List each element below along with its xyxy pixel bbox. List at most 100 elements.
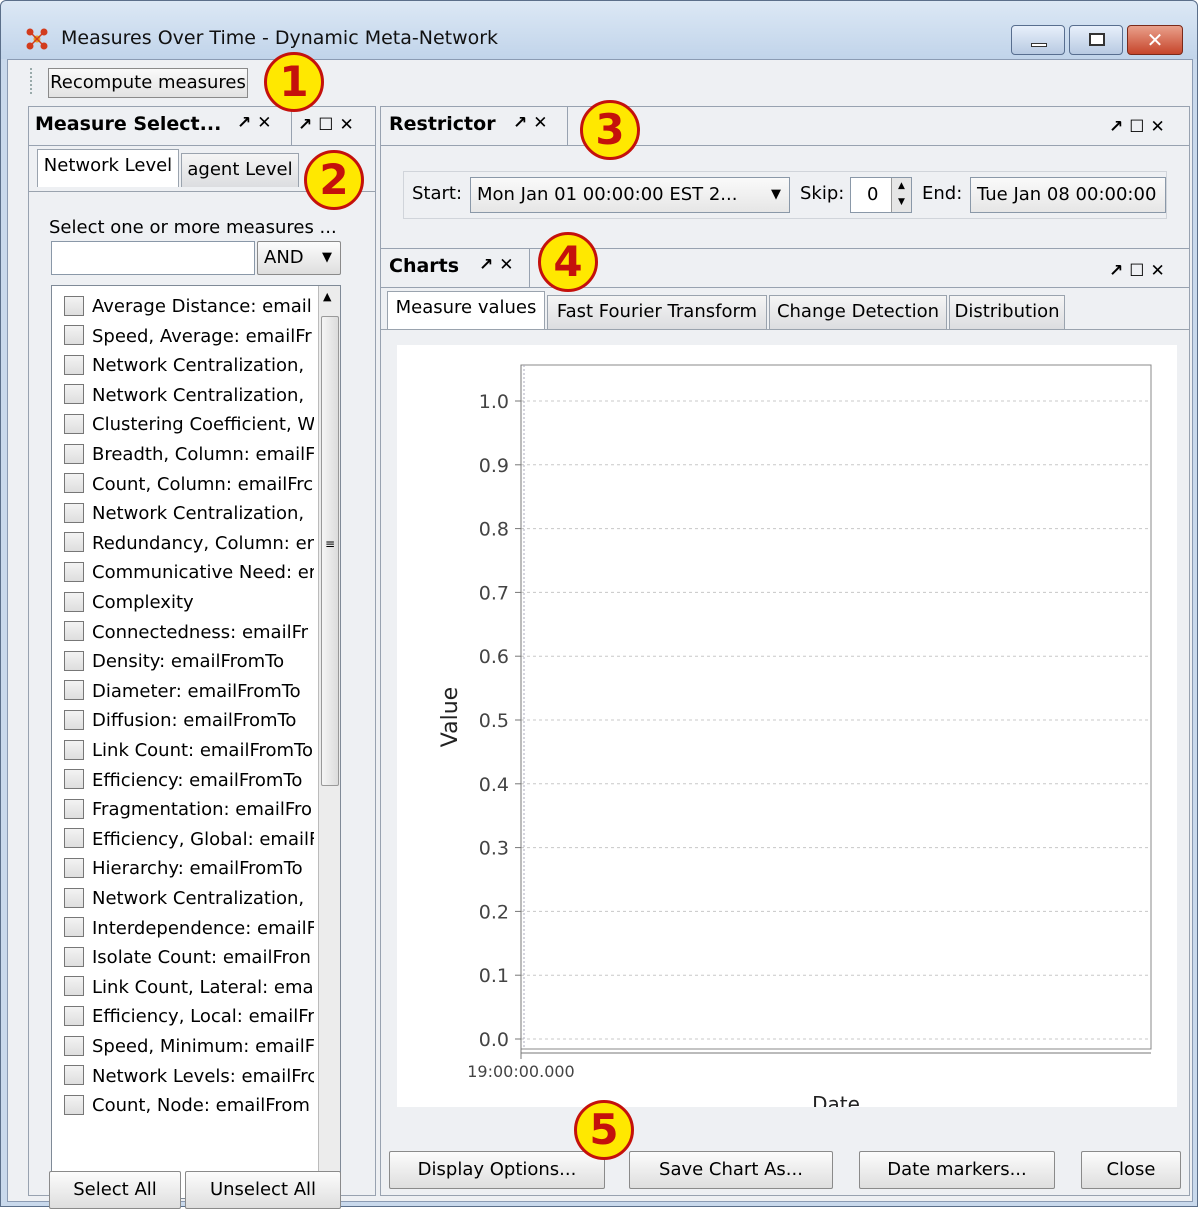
measure-list-item[interactable]: Fragmentation: emailFro: [64, 795, 314, 825]
measure-checkbox[interactable]: [64, 917, 84, 938]
maximize-panel-icon[interactable]: ☐: [1129, 117, 1150, 137]
maximize-panel-icon[interactable]: ☐: [1129, 261, 1150, 281]
measure-list-item[interactable]: Efficiency, Global: emailF: [64, 825, 314, 855]
tab-agent-level[interactable]: agent Level: [181, 153, 299, 187]
measure-list-item[interactable]: Clustering Coefficient, W: [64, 410, 314, 440]
close-button[interactable]: Close: [1081, 1151, 1181, 1189]
measure-checkbox[interactable]: [64, 857, 84, 878]
float-icon[interactable]: ↗: [513, 113, 533, 133]
measure-checkbox[interactable]: [64, 828, 84, 849]
tab-measure-values[interactable]: Measure values: [387, 291, 545, 329]
measure-list-item[interactable]: Connectedness: emailFr: [64, 618, 314, 648]
measure-checkbox[interactable]: [64, 709, 84, 730]
close-panel-icon[interactable]: ✕: [1151, 117, 1171, 137]
measure-checkbox[interactable]: [64, 325, 84, 346]
scroll-up-icon[interactable]: ▲: [323, 290, 331, 303]
tab-distribution[interactable]: Distribution: [949, 295, 1065, 329]
display-options-button[interactable]: Display Options...: [389, 1151, 605, 1189]
measure-checkbox[interactable]: [64, 502, 84, 523]
tab-change-detection[interactable]: Change Detection: [769, 295, 947, 329]
measure-checkbox[interactable]: [64, 354, 84, 375]
measure-checkbox[interactable]: [64, 946, 84, 967]
measure-list-item[interactable]: Efficiency, Local: emailFr: [64, 1002, 314, 1032]
measure-select-title[interactable]: Measure Select...: [35, 113, 221, 135]
scroll-thumb[interactable]: ≡: [321, 316, 339, 786]
measure-checkbox[interactable]: [64, 1005, 84, 1026]
measure-checkbox[interactable]: [64, 739, 84, 760]
tab-network-level[interactable]: Network Level: [37, 149, 179, 187]
maximize-panel-icon[interactable]: ☐: [318, 115, 339, 135]
measure-checkbox[interactable]: [64, 473, 84, 494]
float-icon[interactable]: ↗: [479, 255, 499, 275]
panel-buttons[interactable]: ↗☐✕: [298, 115, 360, 135]
float-icon[interactable]: ↗: [1109, 261, 1129, 281]
measure-checkbox[interactable]: [64, 1035, 84, 1056]
measure-checkbox[interactable]: [64, 887, 84, 908]
spinner-icon[interactable]: ▲ ▼: [891, 178, 911, 212]
measure-list-scrollbar[interactable]: ▲ ≡ ▼: [318, 286, 340, 1198]
close-tab-icon[interactable]: ✕: [499, 255, 519, 275]
restrictor-panel-buttons[interactable]: ↗☐✕: [1109, 117, 1171, 137]
measure-checkbox[interactable]: [64, 443, 84, 464]
charts-title[interactable]: Charts: [389, 255, 459, 277]
measure-list-item[interactable]: Hierarchy: emailFromTo: [64, 854, 314, 884]
tab-fast-fourier-transform[interactable]: Fast Fourier Transform: [547, 295, 767, 329]
measure-list-item[interactable]: Diameter: emailFromTo: [64, 677, 314, 707]
measure-list-item[interactable]: Network Centralization,: [64, 351, 314, 381]
date-markers-button[interactable]: Date markers...: [859, 1151, 1055, 1189]
chart-area[interactable]: 0.0 0.1 0.2 0.3 0.4 0.5 0.6 0.7 0.8 0.9 1.0 19:00:0…: [397, 345, 1177, 1116]
measure-list-item[interactable]: Interdependence: emailF: [64, 914, 314, 944]
charts-tab-controls[interactable]: ↗✕: [479, 255, 520, 275]
window-close-button[interactable]: ✕: [1127, 25, 1183, 55]
measure-list-item[interactable]: Breadth, Column: emailF: [64, 440, 314, 470]
measure-checkbox[interactable]: [64, 561, 84, 582]
measure-list-item[interactable]: Link Count: emailFromTo: [64, 736, 314, 766]
maximize-button[interactable]: [1069, 25, 1123, 55]
measure-list-item[interactable]: Complexity: [64, 588, 314, 618]
measure-list-item[interactable]: Speed, Average: emailFr: [64, 322, 314, 352]
toolbar-grip[interactable]: [30, 68, 34, 94]
operator-dropdown[interactable]: AND ▼: [257, 241, 341, 275]
measure-checkbox[interactable]: [64, 532, 84, 553]
measure-panel-tab-controls[interactable]: ↗✕: [237, 113, 278, 133]
restrictor-title[interactable]: Restrictor: [389, 113, 496, 135]
measure-list-item[interactable]: Network Levels: emailFrc: [64, 1062, 314, 1092]
measure-list-item[interactable]: Network Centralization,: [64, 499, 314, 529]
measure-list-item[interactable]: Average Distance: email: [64, 292, 314, 322]
close-panel-icon[interactable]: ✕: [340, 115, 360, 135]
measure-list-item[interactable]: Link Count, Lateral: ema: [64, 973, 314, 1003]
float-icon[interactable]: ↗: [1109, 117, 1129, 137]
measure-checkbox[interactable]: [64, 1094, 84, 1115]
measure-list-item[interactable]: Network Centralization,: [64, 381, 314, 411]
close-panel-icon[interactable]: ✕: [1151, 261, 1171, 281]
measure-checkbox[interactable]: [64, 769, 84, 790]
save-chart-button[interactable]: Save Chart As...: [629, 1151, 833, 1189]
measure-checkbox[interactable]: [64, 680, 84, 701]
measure-list-item[interactable]: Communicative Need: er: [64, 558, 314, 588]
end-date-select[interactable]: Tue Jan 08 00:00:00: [970, 177, 1166, 213]
charts-panel-buttons[interactable]: ↗☐✕: [1109, 261, 1171, 281]
measure-list-item[interactable]: Diffusion: emailFromTo: [64, 706, 314, 736]
restrictor-tab-controls[interactable]: ↗✕: [513, 113, 554, 133]
measure-checkbox[interactable]: [64, 384, 84, 405]
measure-checkbox[interactable]: [64, 295, 84, 316]
measure-checkbox[interactable]: [64, 650, 84, 671]
title-bar[interactable]: Measures Over Time - Dynamic Meta-Networ…: [1, 1, 1197, 59]
minimize-button[interactable]: [1011, 25, 1065, 55]
measure-checkbox[interactable]: [64, 976, 84, 997]
measure-checkbox[interactable]: [64, 591, 84, 612]
measure-filter-input[interactable]: [51, 241, 255, 275]
measure-checkbox[interactable]: [64, 621, 84, 642]
measure-list-item[interactable]: Efficiency: emailFromTo: [64, 766, 314, 796]
recompute-measures-button[interactable]: Recompute measures: [48, 68, 248, 98]
measure-list-item[interactable]: Density: emailFromTo: [64, 647, 314, 677]
measure-list[interactable]: Count, Node: emailFrom Network Levels: em…: [51, 285, 341, 1199]
measure-list-item[interactable]: Redundancy, Column: er: [64, 529, 314, 559]
measure-list-item[interactable]: Isolate Count: emailFron: [64, 943, 314, 973]
select-all-button[interactable]: Select All: [49, 1171, 181, 1209]
skip-stepper[interactable]: 0 ▲ ▼: [850, 177, 912, 213]
start-date-select[interactable]: Mon Jan 01 00:00:00 EST 2... ▼: [470, 177, 790, 213]
measure-checkbox[interactable]: [64, 413, 84, 434]
measure-list-item[interactable]: Speed, Minimum: emailFr: [64, 1032, 314, 1062]
measure-list-item[interactable]: Count, Column: emailFrc: [64, 470, 314, 500]
